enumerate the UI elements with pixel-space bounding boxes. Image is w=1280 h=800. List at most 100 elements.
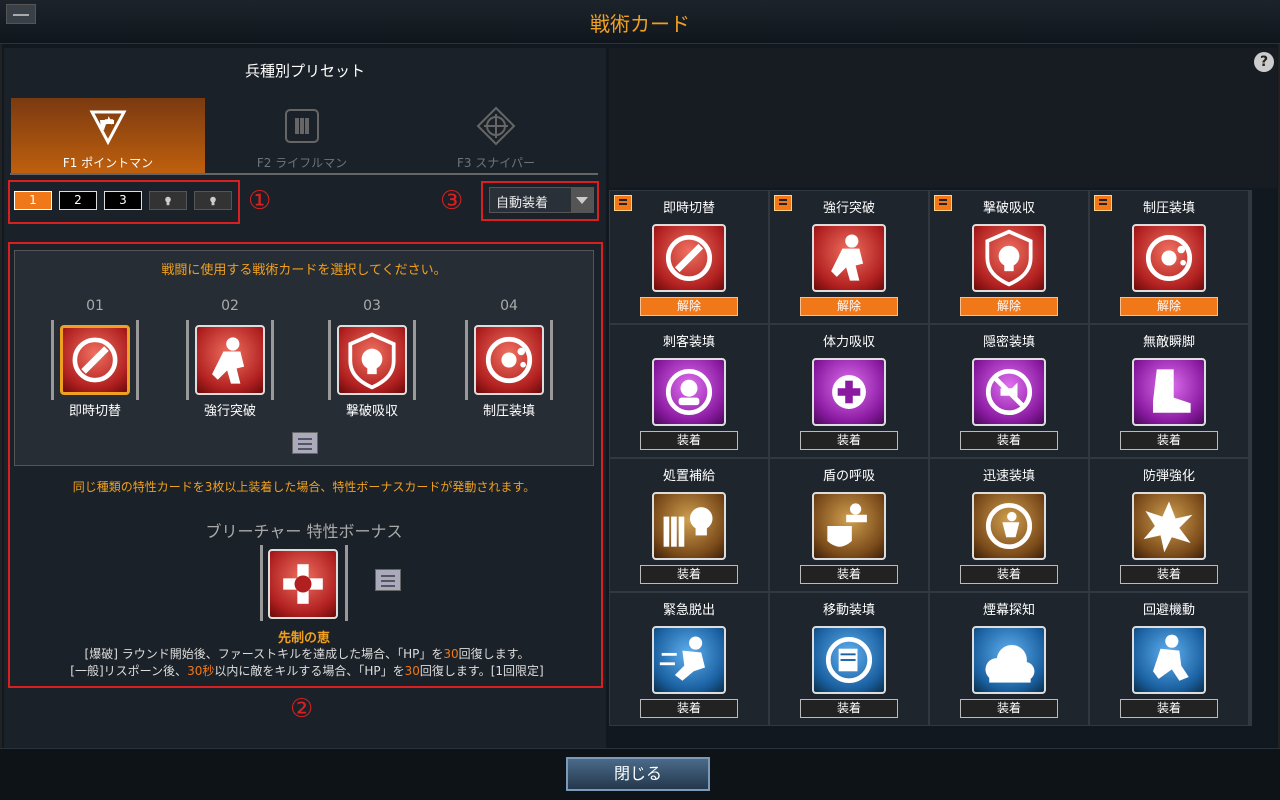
equip-button[interactable]: 装着 — [1120, 565, 1218, 584]
selected-card-suppress-reload[interactable] — [474, 325, 544, 395]
close-button[interactable]: 閉じる — [566, 757, 710, 791]
card-cell: 移動装填 装着 — [770, 593, 928, 725]
bonus-description-1: [爆破] ラウンド開始後、ファーストキルを達成した場合、「HP」を30回復します… — [10, 645, 604, 662]
equip-button[interactable]: 装着 — [1120, 699, 1218, 718]
card-image[interactable] — [652, 626, 726, 694]
selected-slot-number: 04 — [500, 298, 518, 314]
preset-slot-1[interactable]: 1 — [14, 191, 52, 210]
equip-button[interactable]: 装着 — [1120, 431, 1218, 450]
card-name: 強行突破 — [822, 201, 875, 216]
card-name: 撃破吸収 — [982, 201, 1035, 216]
card-image[interactable] — [972, 224, 1046, 292]
kill-absorb-icon — [348, 332, 396, 390]
suppress-reload-icon — [485, 336, 533, 384]
card-image[interactable] — [652, 492, 726, 560]
bonus-description-2: [一般]リスポーン後、30秒以内に敵をキルする場合、「HP」を30回復します。[… — [10, 662, 604, 679]
right-header-area — [609, 48, 1277, 188]
card-name: 回避機動 — [1142, 603, 1195, 618]
card-name: 緊急脱出 — [662, 603, 715, 618]
escape-icon — [659, 636, 705, 681]
remove-button[interactable]: 解除 — [960, 297, 1058, 316]
preset-slot-locked — [194, 191, 232, 210]
tab-pointman[interactable]: F1 ポイントマン — [11, 98, 205, 174]
card-cell: 無敵瞬脚 装着 — [1090, 325, 1248, 457]
boot-icon — [1153, 369, 1191, 413]
equip-button[interactable]: 装着 — [800, 565, 898, 584]
remove-button[interactable]: 解除 — [1120, 297, 1218, 316]
tab-sniper[interactable]: F3 スナイパー — [399, 98, 593, 174]
card-cell: 刺客装填 装着 — [610, 325, 768, 457]
card-image[interactable] — [812, 492, 886, 560]
remove-button[interactable]: 解除 — [800, 297, 898, 316]
info-doc-icon[interactable] — [292, 432, 318, 454]
desc-highlight: 30秒 — [187, 664, 215, 678]
bonus-card-name: 先制の恵 — [277, 631, 330, 646]
remove-button[interactable]: 解除 — [640, 297, 738, 316]
desc-text: 回復します。[1回限定] — [419, 664, 544, 678]
help-icon[interactable]: ? — [1254, 52, 1274, 72]
move-reload-icon — [825, 636, 873, 684]
card-cell: 防弾強化 装着 — [1090, 459, 1248, 591]
card-image[interactable] — [812, 358, 886, 426]
card-image[interactable] — [1132, 224, 1206, 292]
selected-card-label: 即時切替 — [68, 404, 121, 419]
desc-text: [爆破] ラウンド開始後、ファーストキルを達成した場合、「HP」を — [84, 647, 444, 661]
equip-button[interactable]: 装着 — [640, 565, 738, 584]
equip-button[interactable]: 装着 — [800, 699, 898, 718]
armor-burst-icon — [1143, 501, 1193, 553]
card-image[interactable] — [972, 492, 1046, 560]
card-image[interactable] — [812, 224, 886, 292]
card-name: 煙幕探知 — [982, 603, 1035, 618]
equip-button[interactable]: 装着 — [640, 431, 738, 450]
card-cell: 回避機動 装着 — [1090, 593, 1248, 725]
pointman-icon — [89, 110, 127, 146]
instant-swap-icon — [665, 234, 713, 282]
evade-icon — [1153, 634, 1189, 681]
card-image[interactable] — [1132, 492, 1206, 560]
desc-text: 以内に敵をキルする場合、「HP」を — [214, 664, 405, 678]
card-image[interactable] — [1132, 358, 1206, 426]
card-name: 防弾強化 — [1142, 469, 1195, 484]
breakthrough-icon — [212, 337, 245, 384]
card-image[interactable] — [1132, 626, 1206, 694]
card-cell: 制圧装填 解除 — [1090, 191, 1248, 323]
breakthrough-icon — [831, 234, 864, 281]
card-image[interactable] — [812, 626, 886, 694]
card-image[interactable] — [972, 626, 1046, 694]
equip-button[interactable]: 装着 — [960, 699, 1058, 718]
selected-card-breakthrough[interactable] — [195, 325, 265, 395]
card-image[interactable] — [652, 358, 726, 426]
equip-button[interactable]: 装着 — [800, 431, 898, 450]
suppress-reload-icon — [1145, 234, 1193, 282]
rifleman-icon — [285, 109, 319, 143]
minimize-button[interactable] — [6, 4, 36, 24]
lock-icon — [210, 196, 216, 206]
skull-cross-icon — [283, 564, 323, 604]
quick-reload-icon — [985, 502, 1033, 550]
card-cell: 煙幕探知 装着 — [930, 593, 1088, 725]
tab-label: F2 ライフルマン — [256, 156, 348, 170]
auto-equip-dropdown[interactable]: 自動装着 — [489, 187, 594, 213]
preset-slot-2[interactable]: 2 — [59, 191, 97, 210]
smoke-detect-icon — [985, 644, 1035, 683]
card-cell: 緊急脱出 装着 — [610, 593, 768, 725]
selected-slot-number: 01 — [86, 298, 104, 314]
selected-slot-number: 02 — [221, 298, 239, 314]
card-cell: 盾の呼吸 装着 — [770, 459, 928, 591]
equip-button[interactable]: 装着 — [960, 431, 1058, 450]
card-image[interactable] — [972, 358, 1046, 426]
tab-rifleman[interactable]: F2 ライフルマン — [205, 98, 399, 174]
selected-card-kill-absorb[interactable] — [337, 325, 407, 395]
info-doc-icon[interactable] — [375, 569, 401, 591]
lock-icon — [165, 196, 171, 206]
card-name: 隠密装填 — [982, 335, 1035, 350]
equip-button[interactable]: 装着 — [640, 699, 738, 718]
shield-soldier-icon — [827, 503, 867, 547]
preset-title: 兵種別プリセット — [244, 62, 365, 80]
preset-slot-3[interactable]: 3 — [104, 191, 142, 210]
selected-card-instant-swap[interactable] — [60, 325, 130, 395]
equip-button[interactable]: 装着 — [960, 565, 1058, 584]
bonus-card[interactable] — [268, 549, 338, 619]
card-cell: 強行突破 解除 — [770, 191, 928, 323]
card-image[interactable] — [652, 224, 726, 292]
